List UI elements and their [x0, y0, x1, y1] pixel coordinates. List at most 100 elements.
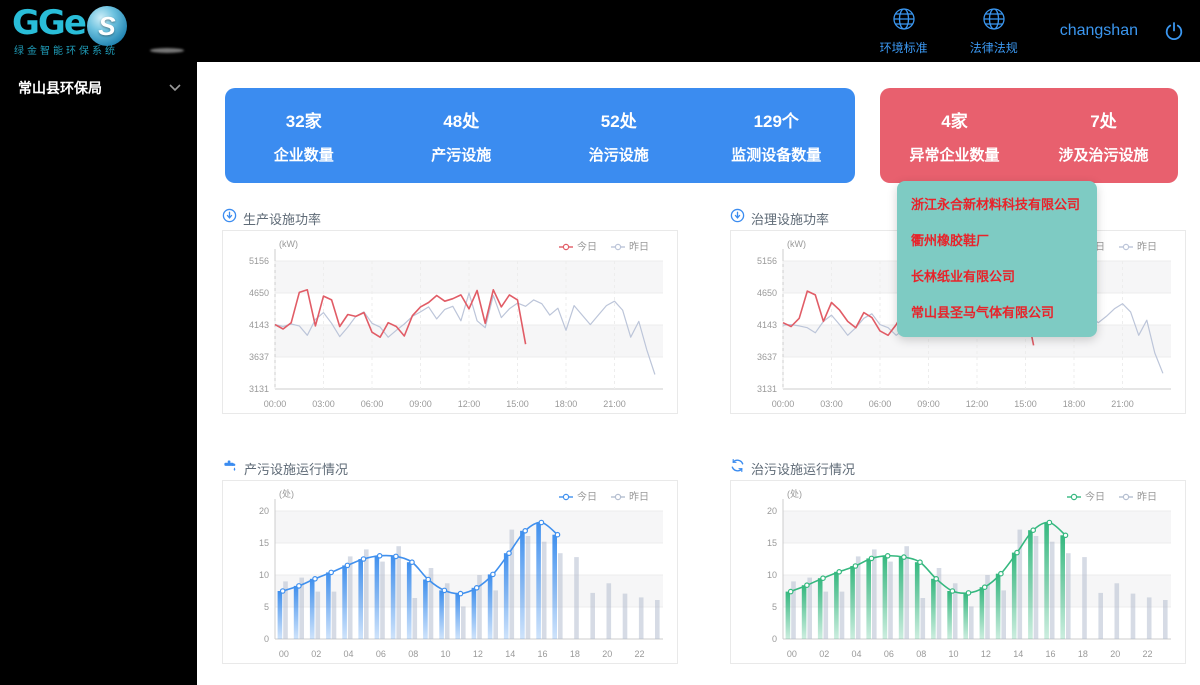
- svg-text:03:00: 03:00: [820, 399, 843, 409]
- legend-昨日[interactable]: 昨日: [1119, 491, 1157, 503]
- svg-text:20: 20: [259, 506, 269, 516]
- company-item[interactable]: 浙江永合新材料科技有限公司: [897, 187, 1097, 223]
- svg-text:22: 22: [635, 649, 645, 659]
- svg-text:15: 15: [259, 538, 269, 548]
- svg-text:(处): (处): [787, 488, 802, 499]
- legend-昨日[interactable]: 昨日: [1119, 241, 1157, 253]
- app-logo: GGe 绿金智能环保系统 S: [12, 6, 127, 46]
- stat-value: 52处: [601, 107, 637, 132]
- svg-text:06:00: 06:00: [361, 399, 384, 409]
- abnormal-companies-dropdown: 浙江永合新材料科技有限公司 衢州橡胶鞋厂 长林纸业有限公司 常山县圣马气体有限公…: [897, 181, 1097, 337]
- company-item[interactable]: 常山县圣马气体有限公司: [897, 295, 1097, 331]
- svg-text:10: 10: [259, 570, 269, 580]
- nav-laws-regulations[interactable]: 法律法规: [970, 6, 1018, 56]
- legend-昨日[interactable]: 昨日: [611, 491, 649, 503]
- card-header: 产污设施运行情况: [222, 458, 678, 478]
- stat-value: 4家: [941, 107, 967, 132]
- svg-text:3131: 3131: [757, 384, 777, 394]
- stat-involved-treatment-facilities[interactable]: 7处 涉及治污设施: [1029, 107, 1178, 165]
- svg-text:(kW): (kW): [279, 239, 298, 249]
- svg-text:4650: 4650: [249, 288, 269, 298]
- svg-text:21:00: 21:00: [1111, 399, 1134, 409]
- stat-treatment-facilities[interactable]: 52处 治污设施: [540, 107, 698, 165]
- globe-icon: [981, 6, 1007, 37]
- nav-env-standards[interactable]: 环境标准: [880, 6, 928, 56]
- stat-value: 48处: [443, 107, 479, 132]
- svg-text:02: 02: [311, 649, 321, 659]
- svg-text:昨日: 昨日: [629, 241, 649, 253]
- stat-abnormal-enterprises[interactable]: 4家 异常企业数量: [880, 107, 1029, 165]
- logo-text: GGe: [12, 3, 85, 43]
- svg-text:昨日: 昨日: [1137, 241, 1157, 253]
- svg-text:18: 18: [570, 649, 580, 659]
- card-treatment-facility-status: 治污设施运行情况 20151050(处)今日昨日0002040608101214…: [730, 458, 1186, 664]
- svg-text:00:00: 00:00: [772, 399, 795, 409]
- legend-今日[interactable]: 今日: [1067, 490, 1105, 503]
- svg-text:12: 12: [981, 649, 991, 659]
- globe-icon: [891, 6, 917, 37]
- chevron-down-icon: [169, 81, 181, 95]
- chart-title: 生产设施功率: [243, 209, 321, 228]
- svg-text:15:00: 15:00: [1014, 399, 1037, 409]
- card-pollution-facility-status: 产污设施运行情况 20151050(处)今日昨日0002040608101214…: [222, 458, 678, 664]
- stat-monitoring-devices[interactable]: 129个 监测设备数量: [698, 107, 856, 165]
- legend-昨日[interactable]: 昨日: [611, 241, 649, 253]
- svg-text:00: 00: [279, 649, 289, 659]
- svg-text:22: 22: [1143, 649, 1153, 659]
- svg-text:0: 0: [264, 634, 269, 644]
- legend-今日[interactable]: 今日: [559, 240, 597, 253]
- sidebar-item-org[interactable]: 常山县环保局: [0, 62, 197, 114]
- svg-text:06:00: 06:00: [869, 399, 892, 409]
- svg-text:04: 04: [344, 649, 354, 659]
- power-meter-icon: [730, 208, 745, 228]
- svg-text:06: 06: [884, 649, 894, 659]
- username[interactable]: changshan: [1060, 22, 1138, 40]
- svg-text:18:00: 18:00: [1063, 399, 1086, 409]
- legend-今日[interactable]: 今日: [559, 490, 597, 503]
- svg-text:21:00: 21:00: [603, 399, 626, 409]
- svg-text:16: 16: [538, 649, 548, 659]
- stat-value: 32家: [286, 107, 322, 132]
- svg-text:(kW): (kW): [787, 239, 806, 249]
- chart-treatment-facility-status: 20151050(处)今日昨日000204060810121416182022: [730, 480, 1186, 664]
- stat-label: 治污设施: [589, 144, 649, 165]
- svg-text:20: 20: [602, 649, 612, 659]
- svg-text:今日: 今日: [577, 490, 597, 503]
- svg-text:09:00: 09:00: [917, 399, 940, 409]
- company-item[interactable]: 长林纸业有限公司: [897, 259, 1097, 295]
- company-item[interactable]: 衢州橡胶鞋厂: [897, 223, 1097, 259]
- svg-text:10: 10: [949, 649, 959, 659]
- nav-env-standards-label: 环境标准: [880, 39, 928, 56]
- stat-label: 异常企业数量: [909, 144, 999, 165]
- stat-label: 企业数量: [274, 144, 334, 165]
- stat-value: 129个: [754, 107, 799, 132]
- stats-bar-abnormal: 4家 异常企业数量 7处 涉及治污设施: [880, 88, 1178, 183]
- stat-pollution-producing-facilities[interactable]: 48处 产污设施: [383, 107, 541, 165]
- svg-text:10: 10: [767, 570, 777, 580]
- main-content: 32家 企业数量 48处 产污设施 52处 治污设施 129个 监测设备数量 4…: [197, 62, 1200, 685]
- nav-laws-regulations-label: 法律法规: [970, 39, 1018, 56]
- chart-title: 治污设施运行情况: [751, 459, 855, 478]
- svg-text:12:00: 12:00: [458, 399, 481, 409]
- svg-text:3131: 3131: [249, 384, 269, 394]
- svg-text:16: 16: [1046, 649, 1056, 659]
- power-icon[interactable]: [1164, 21, 1184, 41]
- svg-text:18:00: 18:00: [555, 399, 578, 409]
- svg-text:14: 14: [1013, 649, 1023, 659]
- logo-sphere-letter: S: [98, 11, 115, 42]
- svg-text:3637: 3637: [757, 352, 777, 362]
- svg-text:08: 08: [408, 649, 418, 659]
- chart-title: 治理设施功率: [751, 209, 829, 228]
- stat-enterprise-count[interactable]: 32家 企业数量: [225, 107, 383, 165]
- svg-text:12:00: 12:00: [966, 399, 989, 409]
- card-header: 生产设施功率: [222, 208, 678, 228]
- card-header: 治污设施运行情况: [730, 458, 1186, 478]
- stat-label: 产污设施: [431, 144, 491, 165]
- power-meter-icon: [222, 208, 237, 228]
- svg-text:15: 15: [767, 538, 777, 548]
- svg-text:今日: 今日: [1085, 490, 1105, 503]
- svg-text:(处): (处): [279, 488, 294, 499]
- svg-text:00:00: 00:00: [264, 399, 287, 409]
- svg-text:20: 20: [1110, 649, 1120, 659]
- svg-text:4650: 4650: [757, 288, 777, 298]
